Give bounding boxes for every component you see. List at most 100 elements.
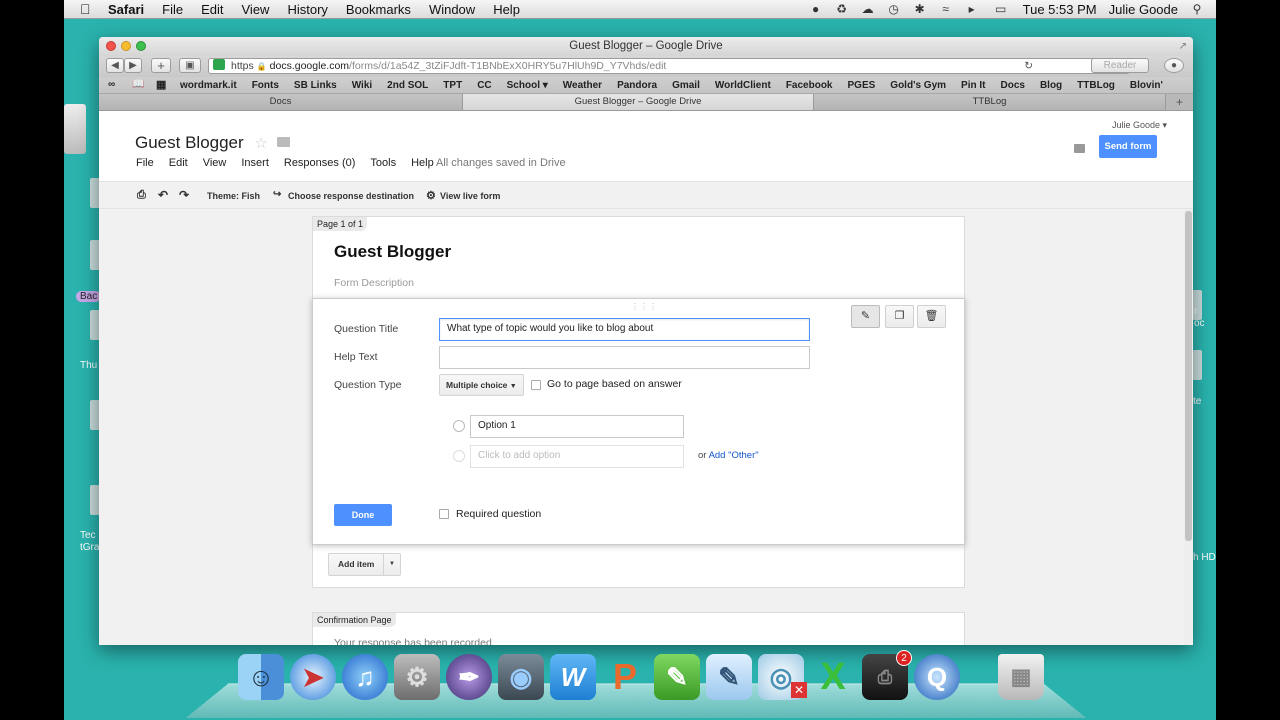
bookmark-item[interactable]: Pin It — [961, 80, 985, 91]
bookmarks-book-icon[interactable]: 📖 — [132, 79, 144, 90]
bookmark-item[interactable]: wordmark.it — [180, 80, 237, 91]
print-icon[interactable]: ⎙ — [137, 189, 146, 202]
bookmark-item[interactable]: Weather — [563, 80, 602, 91]
bluetooth-icon[interactable]: ✱ — [913, 3, 927, 16]
wifi-icon[interactable]: ≈ — [939, 3, 953, 16]
go-to-page-checkbox[interactable] — [531, 380, 541, 390]
view-live-form-button[interactable]: View live form — [440, 191, 500, 201]
top-sites-grid-icon[interactable]: ▦ — [156, 78, 166, 91]
minimize-window-icon[interactable] — [121, 41, 131, 51]
safari-icon[interactable]: ➤ — [290, 654, 336, 700]
bookmark-item[interactable]: Fonts — [252, 80, 279, 91]
doc-menu-responses[interactable]: Responses (0) — [284, 157, 356, 169]
reading-list-icon[interactable]: ∞ — [108, 79, 115, 90]
add-option-input[interactable]: Click to add option — [470, 445, 684, 468]
textedit-icon[interactable]: ✎ — [706, 654, 752, 700]
spotlight-search-icon[interactable]: ⚲ — [1190, 3, 1204, 16]
add-item-button[interactable]: Add item ▼ — [328, 553, 401, 576]
add-other-link[interactable]: Add "Other" — [709, 450, 759, 461]
photo-booth-icon[interactable]: ◉ — [498, 654, 544, 700]
bookmark-item[interactable]: School ▾ — [507, 80, 548, 91]
bookmark-item[interactable]: Docs — [1000, 80, 1024, 91]
reader-button[interactable]: Reader — [1091, 58, 1149, 73]
comments-icon[interactable] — [1074, 144, 1085, 153]
menu-bookmarks[interactable]: Bookmarks — [346, 2, 411, 17]
delete-question-button[interactable]: 🗑 — [917, 305, 946, 328]
recycle-status-icon[interactable]: ♻ — [835, 3, 849, 16]
bookmark-item[interactable]: Blog — [1040, 80, 1062, 91]
image-capture-icon[interactable]: ✒ — [446, 654, 492, 700]
quicktime-icon[interactable]: Q — [914, 654, 960, 700]
evernote-icon[interactable]: ✎ — [654, 654, 700, 700]
reload-icon[interactable]: ↻ — [1024, 59, 1033, 73]
bookmark-item[interactable]: PGES — [848, 80, 876, 91]
menu-safari[interactable]: Safari — [108, 2, 144, 17]
bookmark-item[interactable]: TTBLog — [1077, 80, 1115, 91]
excel-icon[interactable]: X — [810, 654, 856, 700]
duplicate-question-button[interactable]: ❐ — [885, 305, 914, 328]
back-button[interactable]: ◀ — [106, 58, 124, 73]
tabs-view-button[interactable]: ▣ — [179, 58, 201, 73]
menu-view[interactable]: View — [242, 2, 270, 17]
powerpoint-icon[interactable]: P — [602, 654, 648, 700]
scrollbar-thumb[interactable] — [1185, 211, 1192, 541]
menu-help[interactable]: Help — [493, 2, 520, 17]
volume-icon[interactable]: ▸ — [965, 3, 979, 16]
add-bookmark-button[interactable]: + — [151, 58, 171, 73]
bookmark-item[interactable]: 2nd SOL — [387, 80, 428, 91]
bookmark-item[interactable]: SB Links — [294, 80, 337, 91]
drag-handle-icon[interactable]: ⋮⋮⋮ — [631, 302, 658, 311]
bookmark-item[interactable]: Facebook — [786, 80, 833, 91]
system-preferences-icon[interactable]: ⚙ — [394, 654, 440, 700]
sidebar-widget[interactable] — [64, 104, 86, 154]
doc-menu-insert[interactable]: Insert — [241, 157, 269, 169]
menubar-user[interactable]: Julie Goode — [1109, 2, 1178, 17]
downloads-button[interactable]: ● — [1164, 58, 1184, 73]
doc-title[interactable]: Guest Blogger ☆ — [135, 133, 290, 153]
tab-guest-blogger[interactable]: Guest Blogger – Google Drive — [463, 94, 814, 110]
bookmark-item[interactable]: Pandora — [617, 80, 657, 91]
redo-icon[interactable]: ↷ — [179, 188, 189, 202]
folder-icon[interactable] — [276, 137, 290, 147]
confirmation-text[interactable]: Your response has been recorded. — [334, 637, 495, 645]
time-machine-icon[interactable]: ◷ — [887, 3, 901, 16]
bookmark-item[interactable]: Gold's Gym — [890, 80, 946, 91]
window-titlebar[interactable]: Guest Blogger – Google Drive ↗ — [99, 37, 1193, 56]
close-window-icon[interactable] — [106, 41, 116, 51]
response-destination-button[interactable]: Choose response destination — [288, 191, 414, 201]
menu-edit[interactable]: Edit — [201, 2, 223, 17]
desktop-file-icon[interactable] — [1192, 350, 1202, 380]
option-1-input[interactable]: Option 1 — [470, 415, 684, 438]
edit-question-button[interactable]: ✎ — [851, 305, 880, 328]
tab-docs[interactable]: Docs — [99, 94, 463, 110]
bookmark-item[interactable]: Blovin' — [1130, 80, 1163, 91]
itunes-icon[interactable]: ♫ — [342, 654, 388, 700]
zoom-window-icon[interactable] — [136, 41, 146, 51]
doc-menu-view[interactable]: View — [203, 157, 227, 169]
account-menu[interactable]: Julie Goode ▾ — [1112, 120, 1167, 131]
finder-icon[interactable]: ☺ — [238, 654, 284, 700]
required-question-checkbox[interactable] — [439, 509, 449, 519]
theme-button[interactable]: Theme: Fish — [207, 191, 260, 201]
trash-icon[interactable]: ▦ — [998, 654, 1044, 700]
menu-history[interactable]: History — [287, 2, 327, 17]
doc-menu-tools[interactable]: Tools — [370, 157, 396, 169]
bookmark-item[interactable]: Gmail — [672, 80, 700, 91]
doc-menu-help[interactable]: Help — [411, 157, 434, 169]
new-tab-button[interactable]: + — [1166, 94, 1193, 110]
form-title[interactable]: Guest Blogger — [334, 242, 451, 262]
cloud-status-icon[interactable]: ☁ — [861, 3, 875, 16]
doc-menu-file[interactable]: File — [136, 157, 154, 169]
menubar-clock[interactable]: Tue 5:53 PM — [1023, 2, 1097, 17]
bookmark-item[interactable]: CC — [477, 80, 491, 91]
word-icon[interactable]: W — [550, 654, 596, 700]
done-button[interactable]: Done — [334, 504, 392, 526]
menu-file[interactable]: File — [162, 2, 183, 17]
send-form-button[interactable]: Send form — [1099, 135, 1157, 158]
form-description[interactable]: Form Description — [334, 277, 414, 289]
add-item-chevron-icon[interactable]: ▼ — [383, 554, 400, 575]
apple-menu-icon[interactable]:  — [80, 1, 91, 17]
menu-window[interactable]: Window — [429, 2, 475, 17]
star-icon[interactable]: ☆ — [254, 135, 267, 152]
fullscreen-icon[interactable]: ↗ — [1179, 37, 1187, 56]
